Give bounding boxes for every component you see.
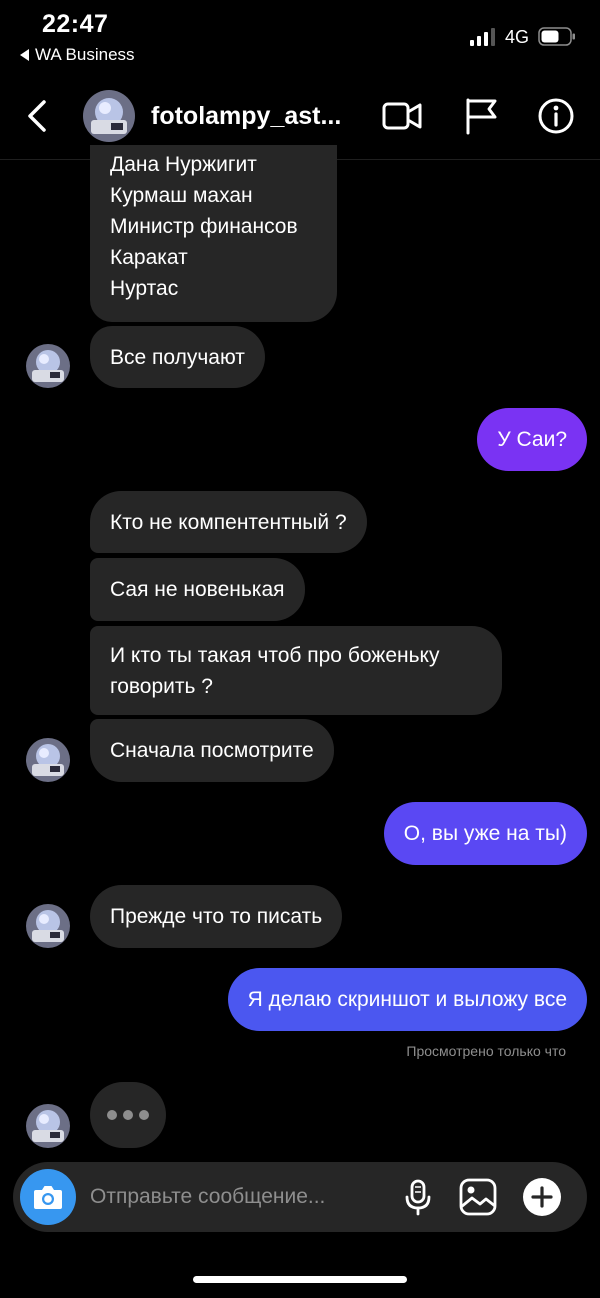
status-time: 22:47 <box>42 10 109 38</box>
message-incoming[interactable]: Сая не новенькая <box>90 558 305 621</box>
home-indicator[interactable] <box>193 1276 407 1283</box>
microphone-icon[interactable] <box>398 1177 438 1217</box>
message-incoming[interactable]: И кто ты такая чтоб про боженьку говорит… <box>90 626 502 715</box>
video-call-icon[interactable] <box>381 96 423 136</box>
message-outgoing[interactable]: Я делаю скриншот и выложу все <box>227 968 587 1031</box>
message-text: Прежде что то писать <box>110 905 323 928</box>
sender-avatar[interactable] <box>26 1104 70 1148</box>
sender-avatar-image <box>26 738 70 782</box>
chat-username[interactable]: fotolampy_ast... <box>151 102 361 131</box>
sender-avatar-image <box>26 1104 70 1148</box>
sender-avatar[interactable] <box>26 738 70 782</box>
seen-status: Просмотрено только что <box>406 1043 566 1059</box>
flag-icon[interactable] <box>460 96 502 136</box>
gallery-icon[interactable] <box>458 1177 498 1217</box>
message-incoming[interactable]: Сначала посмотрите <box>90 719 334 782</box>
sender-avatar-image <box>26 344 70 388</box>
message-text: И кто ты такая чтоб про боженьку говорит… <box>110 643 440 698</box>
back-chevron-icon[interactable] <box>22 96 56 136</box>
back-triangle-icon <box>20 49 29 61</box>
camera-button[interactable] <box>20 1169 76 1225</box>
avatar[interactable] <box>83 90 135 142</box>
sender-avatar[interactable] <box>26 904 70 948</box>
camera-icon <box>34 1186 62 1209</box>
message-text: Я делаю скриншот и выложу все <box>247 988 567 1011</box>
message-text: Дана Нуржигит Курмаш махан Министр финан… <box>110 153 298 300</box>
typing-dot <box>139 1110 149 1120</box>
message-input[interactable] <box>90 1180 390 1214</box>
message-text: У Саи? <box>497 428 567 451</box>
plus-icon[interactable] <box>522 1177 562 1217</box>
back-to-app-link[interactable]: WA Business <box>20 45 135 65</box>
typing-dot <box>123 1110 133 1120</box>
typing-indicator <box>90 1082 166 1148</box>
message-text: Все получают <box>110 345 245 369</box>
message-incoming[interactable]: Дана Нуржигит Курмаш махан Министр финан… <box>90 145 337 322</box>
message-incoming[interactable]: Прежде что то писать <box>90 885 343 948</box>
message-incoming[interactable]: Все получают <box>90 326 265 388</box>
battery-icon <box>538 27 575 46</box>
sender-avatar-image <box>26 904 70 948</box>
typing-dot <box>107 1110 117 1120</box>
message-text: Сая не новенькая <box>110 578 285 601</box>
cellular-signal-icon <box>470 28 495 46</box>
message-text: Сначала посмотрите <box>110 739 314 762</box>
network-type: 4G <box>505 27 530 47</box>
message-outgoing[interactable]: У Саи? <box>477 408 587 471</box>
message-text: О, вы уже на ты) <box>403 822 567 845</box>
sender-avatar[interactable] <box>26 344 70 388</box>
message-outgoing[interactable]: О, вы уже на ты) <box>383 802 587 865</box>
message-composer <box>13 1162 587 1232</box>
info-icon[interactable] <box>535 96 577 136</box>
message-incoming[interactable]: Кто не компентентный ? <box>90 491 367 553</box>
message-text: Кто не компентентный ? <box>110 510 347 534</box>
status-bar: 22:47 WA Business 4G <box>0 0 600 76</box>
back-app-label: WA Business <box>35 45 135 64</box>
avatar-image <box>83 90 135 142</box>
